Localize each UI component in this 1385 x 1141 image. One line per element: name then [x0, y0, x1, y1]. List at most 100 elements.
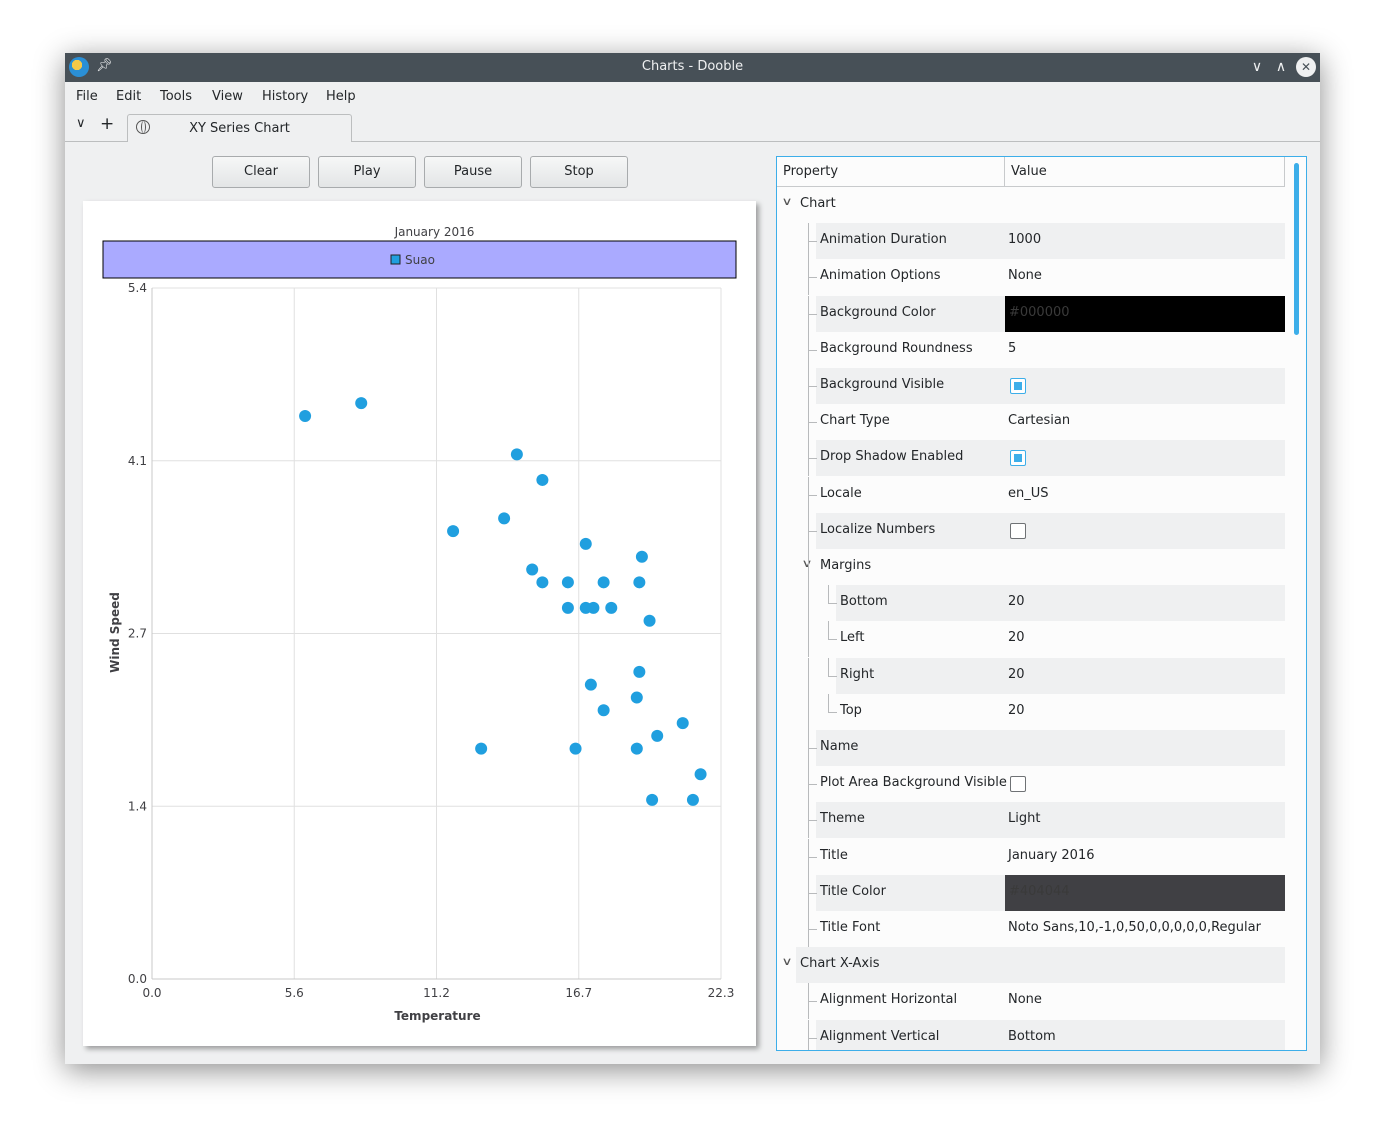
clear-button[interactable]: Clear — [212, 156, 310, 188]
tree-row-localize-numbers[interactable]: Localize Numbers — [777, 512, 1285, 549]
tree-branch-line — [808, 277, 817, 279]
tree-row-top[interactable]: Top 20 — [777, 693, 1285, 730]
expand-chevron-icon[interactable]: ∨ — [781, 195, 792, 208]
pause-button[interactable]: Pause — [424, 156, 522, 188]
property-value[interactable]: 5 — [1008, 341, 1016, 356]
data-point — [630, 691, 643, 704]
data-point — [561, 601, 574, 614]
tree-row-drop-shadow-enabled[interactable]: Drop Shadow Enabled — [777, 440, 1285, 477]
property-value[interactable]: 20 — [1008, 594, 1025, 609]
y-tick-label: 2.7 — [128, 627, 147, 641]
y-axis-label: Wind Speed — [108, 592, 122, 673]
menu-history[interactable]: History — [262, 89, 308, 104]
tree-branch-line — [808, 458, 817, 460]
menu-edit[interactable]: Edit — [116, 89, 141, 104]
color-swatch[interactable]: #000000 — [1005, 295, 1285, 332]
y-tick-label: 1.4 — [128, 799, 147, 813]
window-title: Charts - Dooble — [641, 59, 744, 74]
color-value: #404044 — [1009, 883, 1070, 899]
tree-branch-line — [828, 711, 837, 713]
property-value[interactable]: None — [1008, 268, 1042, 283]
property-label: Background Roundness — [820, 340, 973, 356]
menu-bar: File Edit Tools View History Help — [65, 82, 1320, 112]
minimize-button[interactable]: ∨ — [1247, 57, 1267, 77]
tree-row-locale[interactable]: Locale en_US — [777, 476, 1285, 513]
color-swatch[interactable]: #404044 — [1005, 874, 1285, 911]
property-label: Theme — [820, 811, 865, 827]
checkbox[interactable] — [1010, 378, 1026, 394]
property-label: Drop Shadow Enabled — [820, 449, 964, 465]
tree-row-plot-area-background-visible[interactable]: Plot Area Background Visible — [777, 766, 1285, 803]
tab-label: XY Series Chart — [189, 121, 290, 136]
tree-row-alignment-vertical[interactable]: Alignment Vertical Bottom — [777, 1019, 1285, 1050]
close-icon[interactable]: ✕ — [1296, 57, 1316, 77]
tab-xy-series-chart[interactable]: XY Series Chart — [127, 114, 352, 142]
property-value[interactable]: Light — [1008, 811, 1040, 826]
tree-row-background-color[interactable]: Background Color #000000 — [777, 295, 1285, 332]
header-property[interactable]: Property — [777, 157, 1005, 186]
property-value[interactable]: 20 — [1008, 630, 1025, 645]
data-point — [475, 742, 488, 755]
tree-branch-line — [808, 929, 817, 930]
tree-branch-line — [808, 241, 817, 243]
row-background — [836, 585, 1285, 622]
property-label: Title — [820, 847, 848, 863]
property-value[interactable]: 1000 — [1008, 232, 1041, 247]
tree-branch-line — [828, 657, 829, 676]
data-point — [355, 397, 368, 410]
menu-tools[interactable]: Tools — [160, 89, 192, 104]
tree-header: Property Value — [777, 157, 1285, 187]
property-value[interactable]: Cartesian — [1008, 413, 1070, 428]
checkbox[interactable] — [1010, 450, 1026, 467]
expand-chevron-icon[interactable]: ∨ — [781, 955, 792, 968]
play-button[interactable]: Play — [318, 156, 416, 188]
property-value[interactable]: January 2016 — [1008, 848, 1095, 863]
property-label: Bottom — [840, 594, 888, 610]
y-tick-label: 5.4 — [128, 281, 147, 295]
property-value[interactable]: None — [1008, 992, 1042, 1007]
vertical-scrollbar[interactable] — [1294, 163, 1299, 335]
property-value[interactable]: en_US — [1008, 486, 1049, 501]
property-value[interactable]: Noto Sans,10,-1,0,50,0,0,0,0,0,Regular — [1008, 920, 1261, 935]
tab-list-chevron-down-icon[interactable]: ∨ — [76, 116, 86, 131]
tree-row-margins[interactable]: ∨ Margins — [777, 549, 1285, 585]
x-tick-label: 22.3 — [708, 986, 735, 1000]
tree-row-animation-options[interactable]: Animation Options None — [777, 259, 1285, 296]
tree-row-background-roundness[interactable]: Background Roundness 5 — [777, 331, 1285, 368]
property-label: Margins — [820, 558, 872, 573]
tree-branch-line — [828, 675, 837, 677]
menu-view[interactable]: View — [212, 89, 243, 104]
tree-row-chart-x-axis[interactable]: ∨ Chart X-Axis — [777, 947, 1285, 984]
x-tick-label: 0.0 — [142, 986, 161, 1000]
header-value[interactable]: Value — [1005, 157, 1285, 186]
tree-row-chart[interactable]: ∨ Chart — [777, 187, 1285, 223]
stop-button[interactable]: Stop — [530, 156, 628, 188]
tree-row-alignment-horizontal[interactable]: Alignment Horizontal None — [777, 983, 1285, 1020]
property-label: Name — [820, 739, 859, 754]
data-point — [584, 678, 597, 691]
tree-row-right[interactable]: Right 20 — [777, 657, 1285, 694]
tree-row-title[interactable]: Title January 2016 — [777, 838, 1285, 875]
new-tab-plus-icon[interactable]: + — [100, 114, 114, 134]
property-value[interactable]: 20 — [1008, 703, 1025, 718]
data-point — [561, 576, 574, 589]
menu-help[interactable]: Help — [326, 89, 356, 104]
tree-row-title-font[interactable]: Title Font Noto Sans,10,-1,0,50,0,0,0,0,0… — [777, 911, 1285, 947]
checkbox[interactable] — [1010, 522, 1026, 539]
tree-row-title-color[interactable]: Title Color #404044 — [777, 874, 1285, 911]
tree-row-background-visible[interactable]: Background Visible — [777, 368, 1285, 404]
property-tree: Property Value ∨ Chart Animation Duration 1… — [776, 156, 1307, 1051]
tree-branch-line — [828, 693, 829, 712]
tree-row-bottom[interactable]: Bottom 20 — [777, 585, 1285, 622]
property-value[interactable]: 20 — [1008, 667, 1025, 682]
tree-row-chart-type[interactable]: Chart Type Cartesian — [777, 404, 1285, 441]
menu-file[interactable]: File — [76, 89, 98, 104]
legend-marker — [390, 254, 401, 265]
tree-row-theme[interactable]: Theme Light — [777, 802, 1285, 839]
tree-row-left[interactable]: Left 20 — [777, 621, 1285, 658]
tree-row-name[interactable]: Name — [777, 730, 1285, 766]
maximize-button[interactable]: ∧ — [1271, 57, 1291, 77]
checkbox[interactable] — [1010, 776, 1026, 793]
property-value[interactable]: Bottom — [1008, 1029, 1056, 1044]
tree-row-animation-duration[interactable]: Animation Duration 1000 — [777, 223, 1285, 260]
